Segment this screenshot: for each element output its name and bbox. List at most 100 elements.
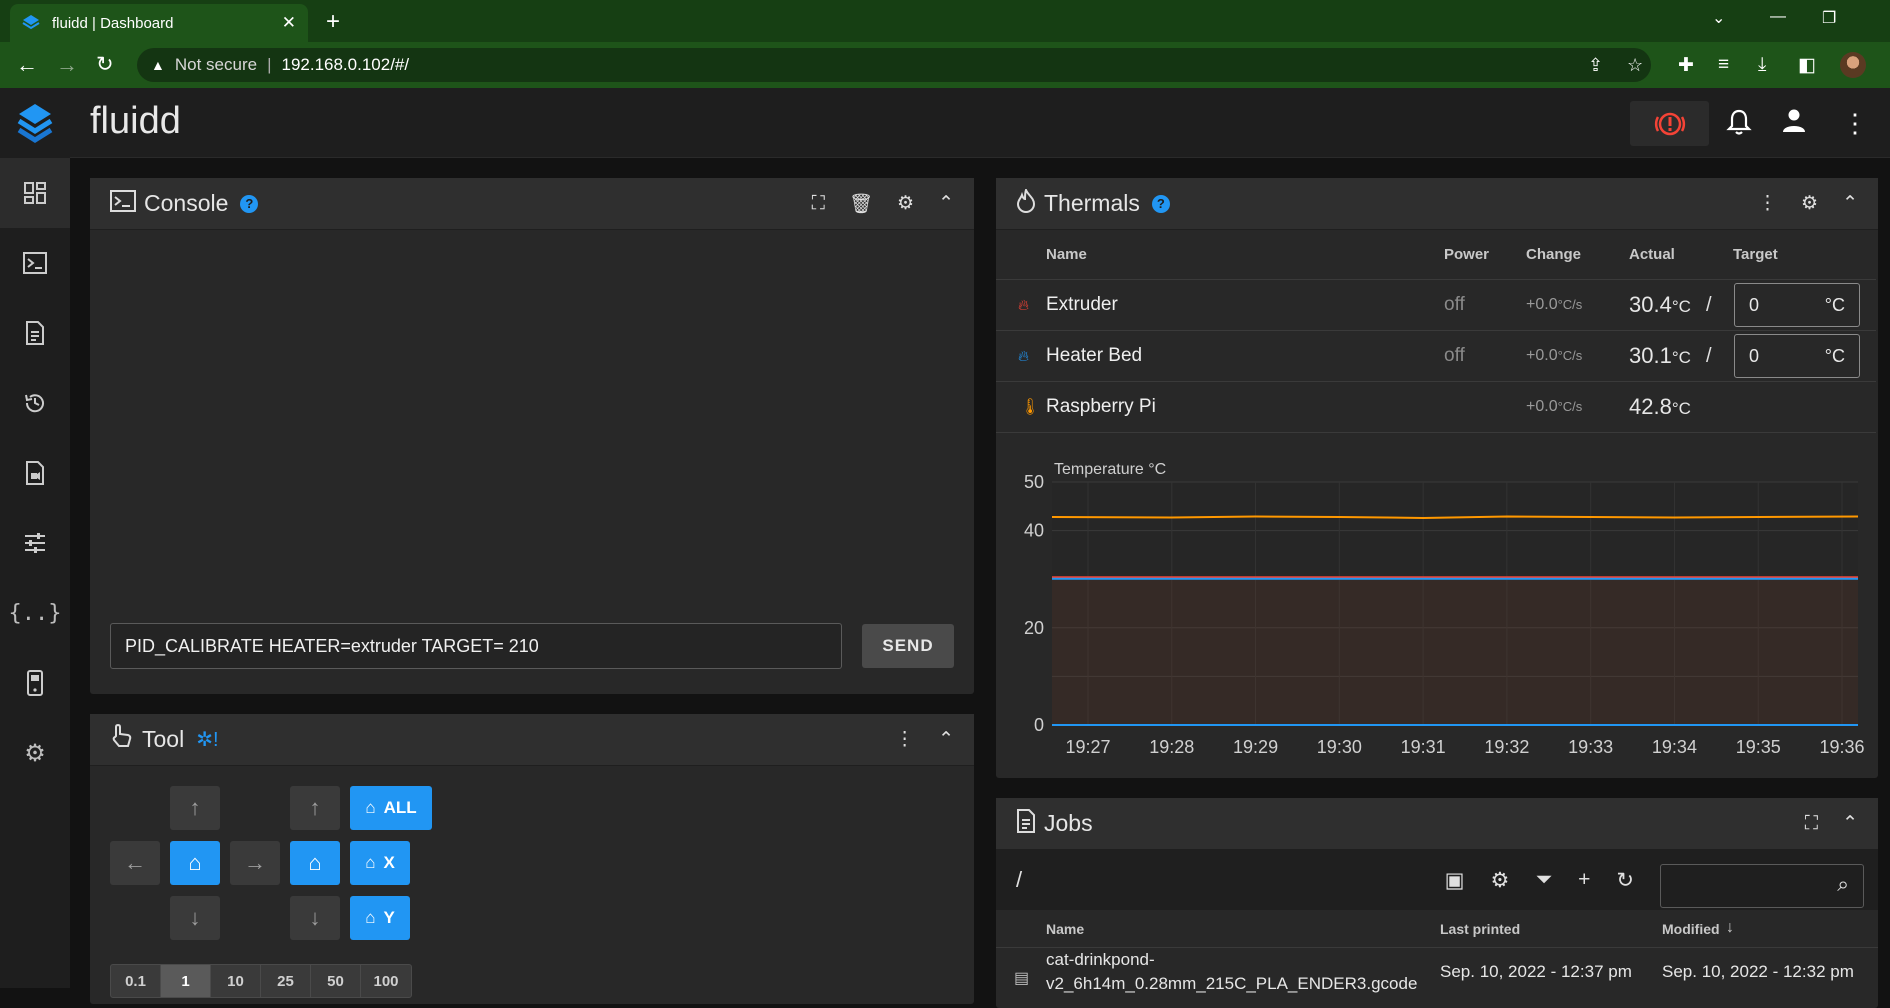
- jog-z-down-button[interactable]: ↓: [290, 896, 340, 940]
- download-icon[interactable]: ⤓: [1758, 54, 1766, 76]
- jog-y-up-button[interactable]: ↑: [170, 786, 220, 830]
- more-menu-icon[interactable]: ⋮: [1842, 108, 1868, 139]
- y-tick-label: 40: [1024, 521, 1044, 541]
- step-option[interactable]: 50: [311, 965, 361, 997]
- collapse-chevron-up-icon[interactable]: ⌃: [938, 192, 954, 215]
- macros-code-nav-icon[interactable]: {..}: [0, 578, 70, 648]
- header-change: Change: [1526, 246, 1581, 263]
- emergency-stop-button[interactable]: [1630, 101, 1709, 146]
- profile-avatar[interactable]: [1840, 52, 1866, 78]
- tool-title: Tool: [142, 726, 184, 753]
- help-icon[interactable]: ?: [240, 195, 258, 213]
- extruder-target-input[interactable]: 0°C: [1734, 283, 1860, 327]
- fullscreen-icon[interactable]: ⛶: [1805, 813, 1818, 835]
- header-last-printed[interactable]: Last printed: [1440, 921, 1520, 937]
- notifications-bell-icon[interactable]: [1726, 108, 1752, 143]
- collapse-chevron-up-icon[interactable]: ⌃: [938, 728, 954, 751]
- filter-icon[interactable]: ⏷: [1535, 868, 1552, 893]
- heater-name[interactable]: Extruder: [1046, 294, 1118, 316]
- history-nav-icon[interactable]: [0, 368, 70, 438]
- thumbnail-toggle-icon[interactable]: ▣: [1445, 868, 1465, 893]
- jog-step-selector: 0.1 1 10 25 50 100: [110, 964, 412, 998]
- collapse-chevron-up-icon[interactable]: ⌃: [1842, 192, 1858, 215]
- jobs-search-input[interactable]: ⌕: [1660, 864, 1864, 908]
- temperature-chart[interactable]: Temperature °C020405019:2719:2819:2919:3…: [996, 434, 1878, 778]
- tune-nav-icon[interactable]: [0, 508, 70, 578]
- add-icon[interactable]: +: [1578, 868, 1590, 893]
- settings-gear-icon[interactable]: ⚙: [897, 192, 914, 215]
- sort-arrow-down-icon[interactable]: ↓: [1726, 919, 1734, 937]
- user-icon[interactable]: [1782, 108, 1806, 141]
- settings-gear-icon[interactable]: ⚙: [1801, 192, 1818, 215]
- browser-tab[interactable]: fluidd | Dashboard ✕: [10, 4, 308, 42]
- more-menu-icon[interactable]: ⋮: [895, 728, 914, 751]
- step-option[interactable]: 10: [211, 965, 261, 997]
- tool-header: Tool ✲! ⋮ ⌃: [90, 714, 974, 766]
- side-panel-icon[interactable]: ◧: [1798, 54, 1816, 77]
- heater-bed-target-input[interactable]: 0°C: [1734, 334, 1860, 378]
- settings-gear-nav-icon[interactable]: ⚙: [0, 718, 70, 788]
- tab-search-icon[interactable]: ⌄: [1712, 8, 1725, 28]
- more-menu-icon[interactable]: ⋮: [1758, 192, 1777, 215]
- restore-icon[interactable]: ❐: [1822, 8, 1836, 28]
- sensor-name[interactable]: Raspberry Pi: [1046, 396, 1156, 418]
- home-x-button[interactable]: ⌂X: [350, 841, 410, 885]
- tab-title: fluidd | Dashboard: [52, 15, 173, 32]
- x-tick-label: 19:29: [1233, 737, 1278, 757]
- timelapse-file-nav-icon[interactable]: [0, 438, 70, 508]
- extensions-icon[interactable]: ✚: [1678, 54, 1694, 77]
- step-option[interactable]: 100: [361, 965, 411, 997]
- bookmark-star-icon[interactable]: ☆: [1627, 55, 1643, 76]
- back-icon[interactable]: ←: [16, 52, 38, 78]
- target-value: 0: [1749, 295, 1759, 316]
- search-icon[interactable]: ⌕: [1837, 873, 1849, 897]
- step-option[interactable]: 0.1: [111, 965, 161, 997]
- heater-name[interactable]: Heater Bed: [1046, 345, 1142, 367]
- home-icon: ⌂: [365, 908, 375, 928]
- system-device-nav-icon[interactable]: [0, 648, 70, 718]
- address-bar[interactable]: ▲ Not secure | 192.168.0.102/#/: [137, 48, 1651, 82]
- actual-unit: °C: [1672, 399, 1691, 418]
- trash-icon[interactable]: 🗑: [849, 192, 873, 216]
- minimize-icon[interactable]: —: [1770, 8, 1786, 26]
- step-option[interactable]: 25: [261, 965, 311, 997]
- thermals-header: Thermals ? ⋮ ⚙ ⌃: [996, 178, 1878, 230]
- reload-icon[interactable]: ↻: [96, 52, 114, 77]
- tool-status-motors-icon[interactable]: ✲!: [196, 727, 218, 752]
- fluidd-logo-icon[interactable]: [0, 88, 70, 158]
- refresh-icon[interactable]: ↻: [1616, 868, 1634, 893]
- share-icon[interactable]: ⇪: [1588, 55, 1603, 76]
- new-tab-icon[interactable]: +: [326, 8, 340, 36]
- jog-x-right-button[interactable]: →: [230, 841, 280, 885]
- close-tab-icon[interactable]: ✕: [282, 13, 296, 33]
- home-xy-button[interactable]: ⌂: [170, 841, 220, 885]
- header-name[interactable]: Name: [1046, 921, 1084, 937]
- forward-icon[interactable]: →: [56, 52, 78, 78]
- media-icon[interactable]: ≡: [1718, 54, 1729, 76]
- console-command-input[interactable]: PID_CALIBRATE HEATER=extruder TARGET= 21…: [110, 623, 842, 669]
- home-all-button[interactable]: ⌂ALL: [350, 786, 432, 830]
- file-icon: ▤: [1014, 968, 1029, 988]
- home-z-button[interactable]: ⌂: [290, 841, 340, 885]
- jobs-file-nav-icon[interactable]: [0, 298, 70, 368]
- tool-hand-icon: [110, 724, 134, 756]
- settings-gears-icon[interactable]: ⚙: [1490, 868, 1509, 893]
- collapse-chevron-up-icon[interactable]: ⌃: [1842, 812, 1858, 835]
- jog-x-left-button[interactable]: ←: [110, 841, 160, 885]
- current-path[interactable]: /: [1016, 867, 1022, 893]
- jog-y-down-button[interactable]: ↓: [170, 896, 220, 940]
- y-axis-label: Temperature °C: [1054, 461, 1166, 478]
- fire-icon: 🔥︎: [1018, 297, 1029, 314]
- fullscreen-icon[interactable]: ⛶: [812, 193, 825, 215]
- warning-icon[interactable]: ▲: [151, 57, 165, 73]
- console-icon: [110, 190, 136, 218]
- header-modified[interactable]: Modified: [1662, 921, 1720, 937]
- console-nav-icon[interactable]: [0, 228, 70, 298]
- jog-z-up-button[interactable]: ↑: [290, 786, 340, 830]
- table-row[interactable]: ▤ cat-drinkpond- v2_6h14m_0.28mm_215C_PL…: [996, 948, 1878, 1008]
- dashboard-nav-icon[interactable]: [0, 158, 70, 228]
- step-option-selected[interactable]: 1: [161, 965, 211, 997]
- help-icon[interactable]: ?: [1152, 195, 1170, 213]
- send-button[interactable]: SEND: [862, 624, 954, 668]
- home-y-button[interactable]: ⌂Y: [350, 896, 410, 940]
